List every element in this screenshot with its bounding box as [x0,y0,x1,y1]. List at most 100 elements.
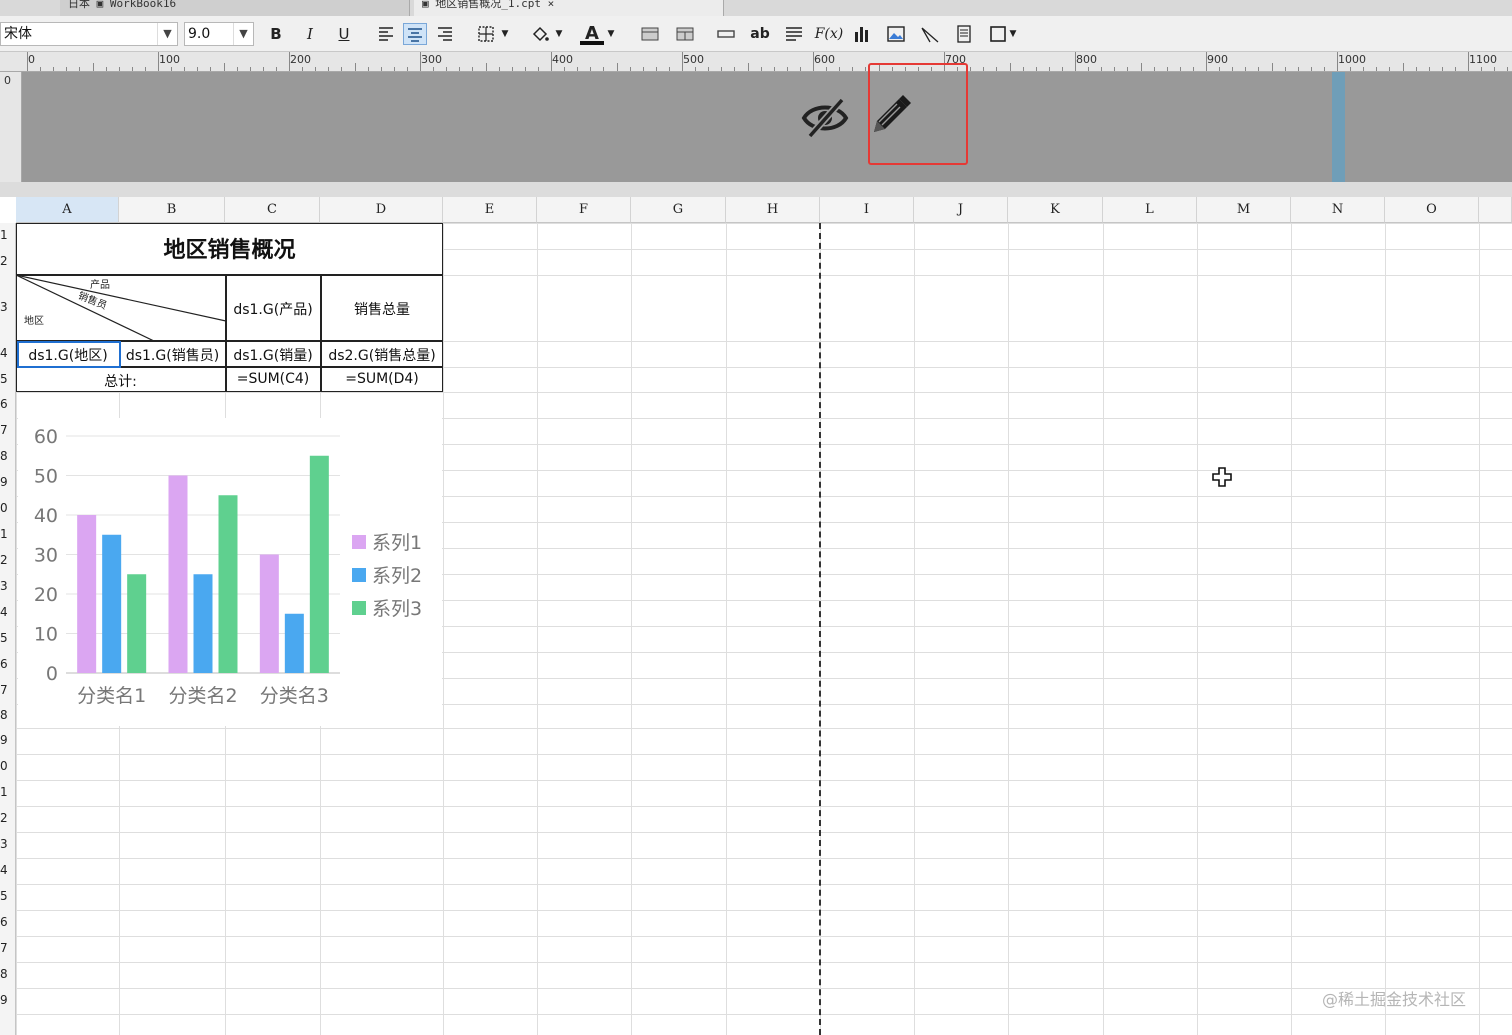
row-header[interactable]: 4 [0,605,16,619]
ruler-tick [799,67,801,71]
chevron-down-icon[interactable]: ▼ [233,23,253,45]
row-header[interactable]: 0 [0,759,16,773]
chevron-down-icon[interactable]: ▼ [498,23,512,45]
grid-vline [1008,223,1009,1035]
row-header[interactable]: 8 [0,708,16,722]
cell-c5[interactable]: =SUM(C4) [226,371,320,387]
ruler-tick [144,67,146,71]
row-header[interactable]: 7 [0,683,16,697]
column-header-f[interactable]: F [537,197,631,223]
column-header-i[interactable]: I [820,197,914,223]
tab-report-file[interactable]: ▣ 地区销售概况_1.cpt × [414,0,724,16]
chart-y-tick-label: 0 [46,663,58,685]
ruler-tick [1048,67,1050,71]
row-header[interactable]: 1 [0,785,16,799]
italic-button[interactable]: I [298,23,322,45]
row-header[interactable]: 2 [0,811,16,825]
row-header[interactable]: 8 [0,449,16,463]
bold-button[interactable]: B [264,23,288,45]
ruler-tick [1075,52,1076,71]
insert-text-button[interactable]: ab [748,23,772,45]
column-header-c[interactable]: C [225,197,320,223]
row-header[interactable]: 8 [0,967,16,981]
cell-d5[interactable]: =SUM(D4) [321,371,443,387]
column-header-b[interactable]: B [119,197,225,223]
fill-color-button[interactable] [528,23,552,45]
row-header[interactable]: 5 [0,372,16,386]
selected-cell [17,341,121,368]
ruler-tick [682,52,683,71]
column-header-d[interactable]: D [320,197,443,223]
eye-slash-icon[interactable] [800,92,850,142]
cell-c4[interactable]: ds1.G(销量) [226,345,320,365]
column-header-n[interactable]: N [1291,197,1385,223]
row-header[interactable]: 9 [0,475,16,489]
row-header[interactable]: 7 [0,423,16,437]
cell-d4[interactable]: ds2.G(销售总量) [321,345,443,365]
chevron-down-icon[interactable]: ▼ [552,23,566,45]
ruler-tick [1441,67,1443,71]
chart-area[interactable]: 0 10 20 30 40 50 60 分类名1 分类名2 分类名3 系列1 系列2 系列3 [18,418,442,726]
row-header[interactable]: 2 [0,553,16,567]
report-title[interactable]: 地区销售概况 [16,232,443,264]
cell-c3[interactable]: ds1.G(产品) [226,299,320,319]
column-header-k[interactable]: K [1008,197,1103,223]
row-header[interactable]: 3 [0,300,16,314]
header-region: 地区 [24,316,44,327]
merge-cell-button[interactable] [638,23,662,45]
row-header[interactable]: 1 [0,527,16,541]
chevron-down-icon[interactable]: ▼ [157,23,177,45]
cell-d3[interactable]: 销售总量 [321,299,443,319]
tab-workbook16[interactable]: 日本 ▣ WorkBook16 [60,0,410,16]
ruler-tick [760,67,762,71]
column-header-g[interactable]: G [631,197,726,223]
column-header-e[interactable]: E [443,197,537,223]
row-header[interactable]: 6 [0,915,16,929]
ruler-tick [262,67,264,71]
align-left-button[interactable] [374,23,398,45]
insert-text-field-button[interactable] [714,23,738,45]
insert-image-button[interactable] [884,23,908,45]
row-header[interactable]: 0 [0,501,16,515]
row-header[interactable]: 5 [0,889,16,903]
font-color-button[interactable]: A [580,23,604,45]
column-header-m[interactable]: M [1197,197,1291,223]
chevron-down-icon[interactable]: ▼ [604,23,618,45]
row-header[interactable]: 5 [0,631,16,645]
border-button[interactable] [474,23,498,45]
cell-b4[interactable]: ds1.G(销售员) [120,345,225,365]
chevron-down-icon[interactable]: ▼ [1006,23,1020,45]
insert-slash-button[interactable] [918,23,942,45]
cell-total-label[interactable]: 总计: [16,371,225,391]
font-size-select[interactable]: 9.0 ▼ [184,22,254,46]
font-name-select[interactable]: 宋体 ▼ [0,22,178,46]
insert-subreport-button[interactable] [952,23,976,45]
insert-richtext-button[interactable] [782,23,806,45]
row-header[interactable]: 9 [0,993,16,1007]
row-header[interactable]: 4 [0,346,16,360]
grid-hline [16,936,1512,937]
align-right-button[interactable] [433,23,457,45]
row-header[interactable]: 4 [0,863,16,877]
insert-chart-button[interactable] [850,23,874,45]
row-header[interactable]: 2 [0,254,16,268]
row-header[interactable]: 6 [0,397,16,411]
tab-label: ▣ 地区销售概况_1.cpt × [422,0,555,10]
column-header-o[interactable]: O [1385,197,1479,223]
row-header[interactable]: 3 [0,837,16,851]
row-header[interactable]: 6 [0,657,16,671]
column-header-h[interactable]: H [726,197,820,223]
row-header[interactable]: 1 [0,228,16,242]
row-header[interactable]: 3 [0,579,16,593]
split-cell-button[interactable] [673,23,697,45]
column-header-a[interactable]: A [16,197,119,223]
insert-formula-button[interactable]: F(x) [814,23,844,45]
column-header-l[interactable]: L [1103,197,1197,223]
underline-button[interactable]: U [332,23,356,45]
column-header-j[interactable]: J [914,197,1008,223]
chart-bar-3-2 [218,495,238,673]
bar-chart[interactable]: 0 10 20 30 40 50 60 分类名1 分类名2 分类名3 系列1 系列2 系列3 [18,418,442,726]
align-center-button[interactable] [403,23,427,45]
row-header[interactable]: 7 [0,941,16,955]
row-header[interactable]: 9 [0,733,16,747]
